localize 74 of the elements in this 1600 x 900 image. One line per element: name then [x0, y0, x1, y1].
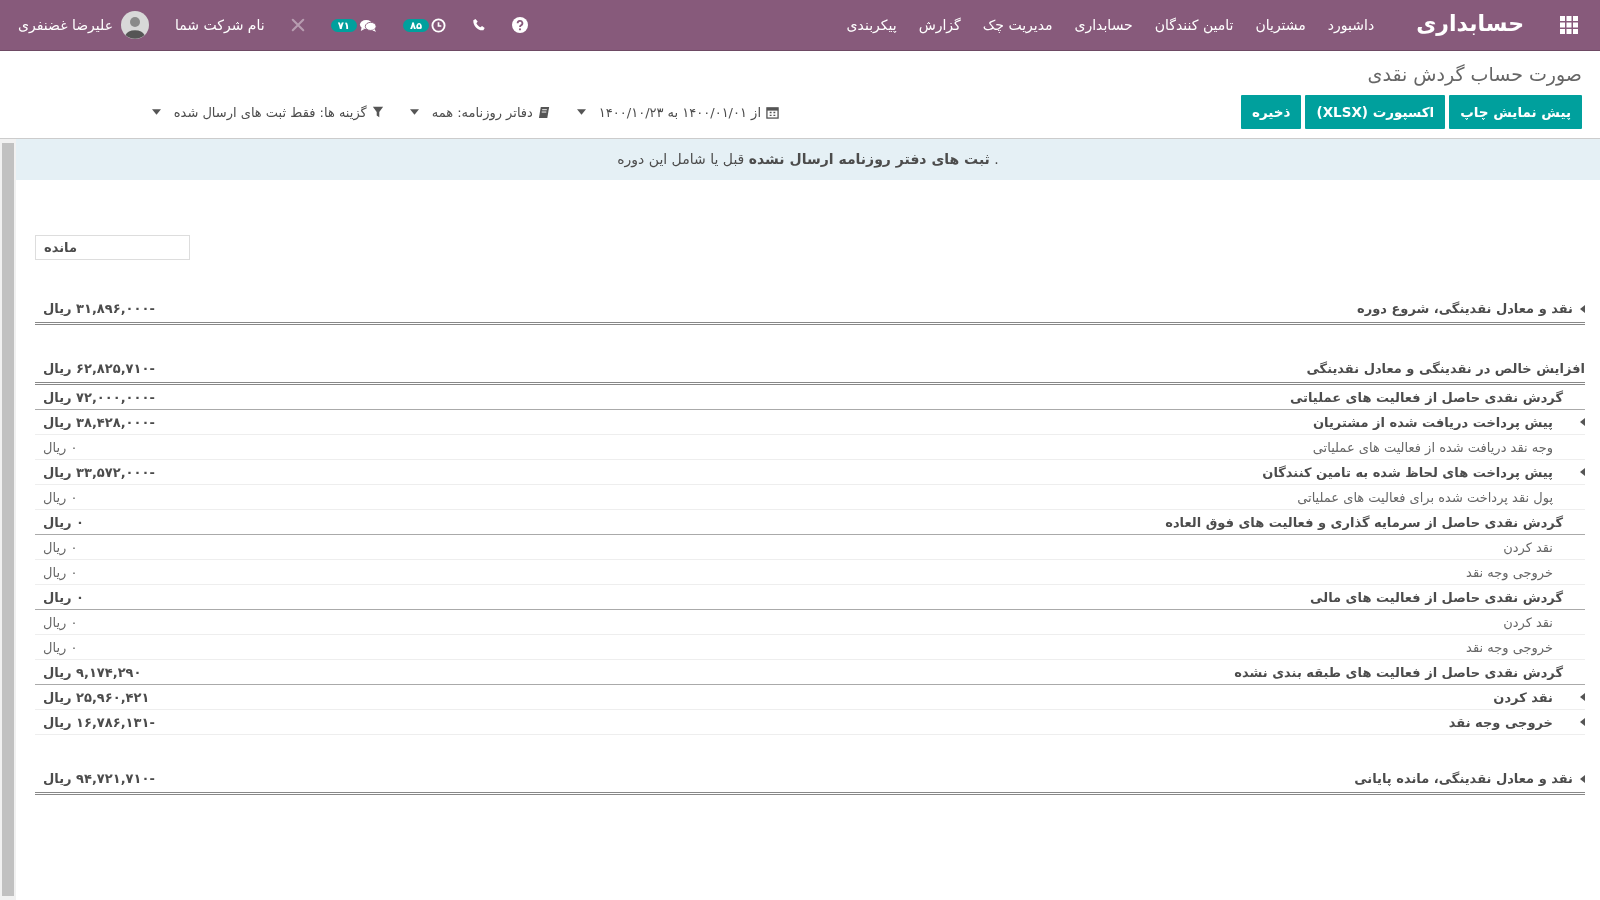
- help-icon[interactable]: [512, 17, 529, 33]
- scrollbar[interactable]: [0, 139, 16, 900]
- row-label: افزایش خالص در نقدینگی و معادل نقدینگی: [1306, 361, 1585, 376]
- app-brand: حسابداری: [1416, 10, 1524, 38]
- warning-banner: . ثبت های دفتر روزنامه ارسال نشده قبل یا شامل این دوره: [16, 139, 1600, 180]
- caret-icon[interactable]: [1580, 418, 1585, 426]
- toolbar-button[interactable]: اکسپورت (XLSX): [1305, 95, 1446, 129]
- page-title: صورت حساب گردش نقدی: [1366, 63, 1582, 85]
- amount-cell: ۲۵,۹۶۰,۴۲۱ ریال: [43, 689, 150, 705]
- caret-down-icon: [576, 109, 586, 115]
- count-badge: ۸۵: [402, 18, 430, 32]
- filter-dropdown[interactable]: از ۱۴۰۰/۰۱/۰۱ به ۱۴۰۰/۱۰/۲۳: [576, 104, 779, 120]
- row-label: نقد و معادل نقدینگی، شروع دوره: [1357, 301, 1573, 316]
- book-icon: [537, 105, 551, 119]
- row-label: نقد کردن: [1493, 689, 1554, 705]
- filter-dropdown[interactable]: گزینه ها: فقط ثبت های ارسال شده: [151, 104, 384, 120]
- amount-cell: ۰ ریال: [43, 614, 78, 630]
- caret-icon[interactable]: [1580, 468, 1585, 476]
- user-menu[interactable]: علیرضا غضنفری: [18, 17, 113, 33]
- menu-item[interactable]: مشتریان: [1255, 17, 1306, 33]
- toolbar-button[interactable]: پیش نمایش چاپ: [1449, 95, 1582, 129]
- amount-cell: ۰ ریال: [43, 489, 78, 505]
- caret-icon[interactable]: [1580, 718, 1585, 726]
- row-label: گردش نقدی حاصل از فعالیت های عملیاتی: [1289, 389, 1564, 405]
- row-label: پول نقد پرداخت شده برای فعالیت های عملیاتی: [1297, 489, 1554, 505]
- row-label: گردش نقدی حاصل از سرمایه گذاری و فعالیت های فوق العاده: [1165, 514, 1564, 530]
- amount-cell: ۰ ریال: [43, 514, 84, 530]
- chat-icon[interactable]: [358, 17, 377, 33]
- caret-icon[interactable]: [1580, 304, 1585, 313]
- caret-icon[interactable]: [1580, 774, 1585, 783]
- filter-dropdown[interactable]: دفاتر روزنامه: همه: [409, 104, 551, 120]
- amount-cell: ۰ ریال: [43, 539, 78, 555]
- amount-cell: ۰ ریال: [43, 439, 78, 455]
- row-label: خروجی وجه نقد: [1466, 639, 1554, 655]
- caret-down-icon: [409, 109, 419, 115]
- amount-cell: -۳۸,۴۲۸,۰۰۰ ریال: [43, 414, 155, 430]
- row-label: گردش نقدی حاصل از فعالیت های مالی: [1310, 589, 1564, 605]
- menu-item[interactable]: گزارش: [918, 17, 961, 33]
- caret-down-icon: [151, 109, 161, 115]
- amount-cell: -۳۳,۵۷۲,۰۰۰ ریال: [43, 464, 155, 480]
- amount-cell: -۶۲,۸۲۵,۷۱۰ ریال: [43, 361, 155, 376]
- amount-cell: -۳۱,۸۹۶,۰۰۰ ریال: [43, 301, 155, 316]
- menu-item[interactable]: تامین کنندگان: [1154, 17, 1234, 33]
- row-label: پیش پرداخت های لحاظ شده به تامین کنندگان: [1262, 464, 1554, 480]
- toolbar-button[interactable]: ذخیره: [1240, 95, 1302, 129]
- company-switcher[interactable]: نام شرکت شما: [175, 17, 265, 33]
- clock-icon[interactable]: [431, 17, 447, 33]
- avatar-icon: [121, 11, 149, 39]
- row-label: نقد و معادل نقدینگی، مانده پایانی: [1354, 771, 1573, 786]
- count-badge: ۷۱: [330, 18, 357, 32]
- phone-icon[interactable]: [472, 18, 487, 32]
- caret-icon[interactable]: [1580, 693, 1585, 701]
- row-label: وجه نقد دریافت شده از فعالیت های عملیاتی: [1312, 439, 1554, 455]
- calendar-icon: [766, 105, 779, 119]
- amount-cell: ۰ ریال: [43, 564, 78, 580]
- row-label: گردش نقدی حاصل از فعالیت های طبقه بندی نشده: [1234, 664, 1564, 680]
- row-label: پیش پرداخت دریافت شده از مشتریان: [1312, 414, 1554, 430]
- menu-item[interactable]: حسابداری: [1074, 17, 1133, 33]
- amount-cell: -۱۶,۷۸۶,۱۳۱ ریال: [43, 714, 155, 730]
- amount-cell: ۰ ریال: [43, 589, 84, 605]
- menu-item[interactable]: داشبورد: [1327, 17, 1375, 33]
- menu-item[interactable]: مدیریت چک: [982, 17, 1053, 33]
- amount-cell: -۹۴,۷۲۱,۷۱۰ ریال: [43, 771, 155, 786]
- apps-icon[interactable]: [1560, 16, 1578, 34]
- row-label: خروجی وجه نقد: [1448, 714, 1554, 730]
- row-label: خروجی وجه نقد: [1466, 564, 1554, 580]
- column-header: مانده: [35, 235, 190, 260]
- amount-cell: ۰ ریال: [43, 639, 78, 655]
- row-label: نقد کردن: [1503, 539, 1554, 555]
- amount-cell: ۹,۱۷۴,۲۹۰ ریال: [43, 664, 142, 680]
- amount-cell: -۷۲,۰۰۰,۰۰۰ ریال: [43, 389, 155, 405]
- row-label: نقد کردن: [1503, 614, 1554, 630]
- filter-icon: [371, 106, 384, 118]
- menu-item[interactable]: پیکربندی: [846, 17, 897, 33]
